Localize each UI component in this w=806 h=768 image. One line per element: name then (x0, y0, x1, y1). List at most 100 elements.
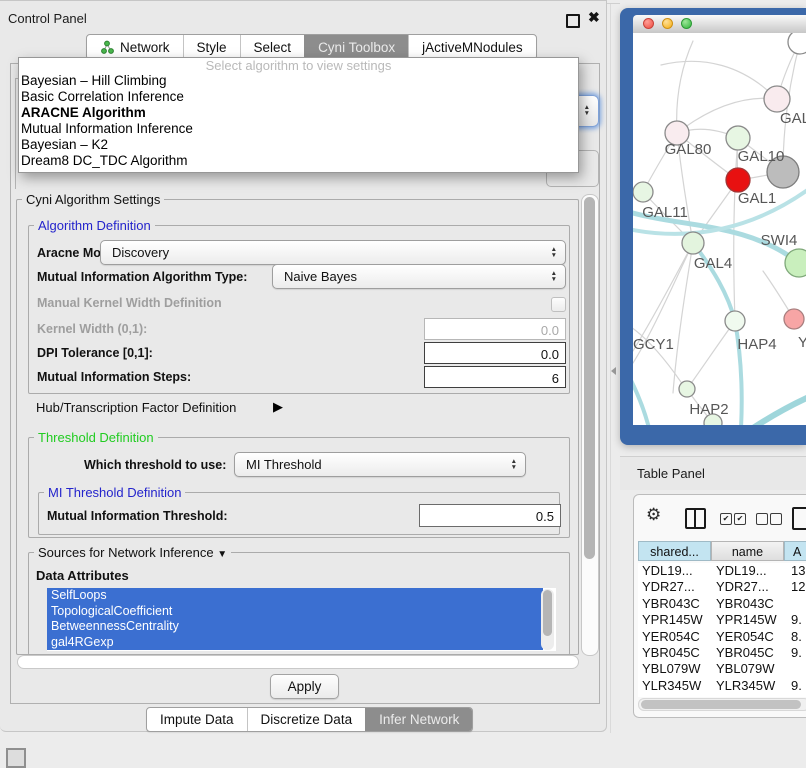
gear-icon[interactable]: ⚙ (646, 506, 661, 523)
network-node-GAL4[interactable] (682, 232, 704, 254)
table-cell[interactable]: YDL19... (638, 563, 714, 579)
list-vertical-scrollbar[interactable] (541, 589, 554, 650)
table-row[interactable]: YBR045CYBR045C9. (638, 645, 806, 661)
float-panel-icon[interactable] (566, 14, 580, 28)
table-cell[interactable]: 12 (789, 579, 806, 595)
select-all-checkbox-icon[interactable]: ✔ (734, 513, 746, 525)
network-node-GAL10[interactable] (726, 126, 750, 150)
dpi-tolerance-field[interactable]: 0.0 (424, 342, 566, 364)
network-edge[interactable] (633, 325, 683, 385)
table-cell[interactable]: 8. (789, 629, 806, 645)
aracne-mode-combo[interactable]: Discovery ▲▼ (100, 240, 566, 265)
table-cell[interactable]: YIL052C (638, 694, 714, 697)
table-scrollbar-thumb[interactable] (641, 700, 801, 709)
column-header-name[interactable]: name (711, 541, 784, 561)
table-row[interactable]: YBL079WYBL079W (638, 661, 806, 677)
list-item-topologicalcoefficient[interactable]: TopologicalCoefficient (47, 604, 543, 620)
network-edge[interactable] (753, 396, 806, 425)
table-cell[interactable]: YPR145W (638, 612, 714, 628)
tab-discretize-data[interactable]: Discretize Data (247, 708, 366, 731)
network-node-GAL1[interactable] (726, 168, 750, 192)
network-node-top-partial[interactable] (788, 33, 806, 54)
tab-network[interactable]: Network (87, 35, 183, 59)
kernel-width-field[interactable]: 0.0 (424, 318, 566, 340)
table-cell[interactable]: 9. (789, 612, 806, 628)
table-cell[interactable]: YDR27... (714, 579, 789, 595)
tab-infer-network[interactable]: Infer Network (365, 708, 472, 731)
tab-select[interactable]: Select (240, 35, 305, 59)
table-cell[interactable]: YPR145W (714, 612, 789, 628)
hub-expand-arrow-icon[interactable]: ▶ (273, 399, 283, 415)
list-item-selfloops[interactable]: SelfLoops (47, 588, 543, 604)
table-row[interactable]: YLR345WYLR345W9. (638, 678, 806, 694)
network-node-salmon[interactable] (784, 309, 804, 329)
apply-button[interactable]: Apply (270, 674, 339, 699)
tab-impute-data[interactable]: Impute Data (147, 708, 247, 731)
zoom-window-icon[interactable] (681, 18, 692, 29)
table-row[interactable]: YIL052CYIL052C9 (638, 694, 806, 697)
dropdown-item-mutual-information[interactable]: Mutual Information Inference (19, 121, 578, 137)
minimize-window-icon[interactable] (662, 18, 673, 29)
network-node-gal-pink[interactable] (764, 86, 790, 112)
tab-style[interactable]: Style (183, 35, 240, 59)
table-cell[interactable]: YBR043C (638, 596, 714, 612)
table-cell[interactable]: YER054C (638, 629, 714, 645)
table-cell[interactable]: YDL19... (714, 563, 789, 579)
mi-steps-field[interactable]: 6 (424, 366, 566, 388)
network-node-HAP4[interactable] (725, 311, 745, 331)
table-cell[interactable]: YBL079W (638, 661, 714, 677)
table-cell[interactable]: 13 (789, 563, 806, 579)
dropdown-item-bayesian-hill-climbing[interactable]: Bayesian – Hill Climbing (19, 73, 578, 89)
table-cell[interactable]: YBL079W (714, 661, 789, 677)
close-window-icon[interactable] (643, 18, 654, 29)
mi-threshold-field[interactable]: 0.5 (419, 504, 561, 527)
minimized-panel-icon[interactable] (6, 748, 26, 768)
network-edge[interactable] (677, 41, 693, 133)
table-cell[interactable]: YLR345W (638, 678, 714, 694)
settings-vertical-scrollbar[interactable] (581, 194, 599, 656)
table-row[interactable]: YDR27...YDR27...12 (638, 579, 806, 595)
settings-horizontal-scrollbar[interactable] (17, 655, 579, 669)
export-table-icon[interactable] (792, 507, 806, 530)
network-edge[interactable] (633, 243, 693, 351)
dropdown-item-bayesian-k2[interactable]: Bayesian – K2 (19, 137, 578, 153)
table-cell[interactable]: 9 (789, 694, 806, 697)
list-item-betweennesscentrality[interactable]: BetweennessCentrality (47, 619, 543, 635)
table-cell[interactable]: YBR045C (638, 645, 714, 661)
column-layout-icon[interactable] (685, 508, 706, 529)
network-node-GAL11[interactable] (633, 182, 653, 202)
table-cell[interactable]: YIL052C (714, 694, 789, 697)
deselect-all-checkbox-icon[interactable] (756, 513, 768, 525)
table-cell[interactable] (789, 661, 806, 677)
table-horizontal-scrollbar[interactable] (638, 698, 806, 711)
column-header-shared-name[interactable]: shared... (638, 541, 711, 561)
tab-cyni-toolbox[interactable]: Cyni Toolbox (304, 35, 408, 59)
network-canvas[interactable]: GALGAL80GAL10GAL1GAL11GAL4SWI4GCY1HAP4YH… (633, 33, 806, 425)
list-item-gal4rgexp[interactable]: gal4RGexp (47, 635, 543, 651)
list-scrollbar-thumb[interactable] (543, 590, 552, 636)
sources-collapse-arrow-icon[interactable]: ▼ (217, 549, 227, 560)
tab-jactivemnodules[interactable]: jActiveMNodules (408, 35, 536, 59)
manual-kernel-checkbox[interactable] (551, 297, 566, 312)
table-row[interactable]: YPR145WYPR145W9. (638, 612, 806, 628)
network-node-HAP2[interactable] (679, 381, 695, 397)
network-node-SWI4[interactable] (785, 249, 806, 277)
splitter-collapse-icon[interactable] (611, 367, 616, 375)
table-row[interactable]: YDL19...YDL19...13 (638, 563, 806, 579)
network-edge[interactable] (633, 369, 649, 425)
table-cell[interactable]: YBR045C (714, 645, 789, 661)
network-view-window[interactable]: GALGAL80GAL10GAL1GAL11GAL4SWI4GCY1HAP4YH… (620, 8, 806, 445)
table-cell[interactable] (789, 596, 806, 612)
deselect-all-checkbox-icon[interactable] (770, 513, 782, 525)
close-panel-icon[interactable]: ✖ (588, 9, 600, 26)
dropdown-item-basic-correlation[interactable]: Basic Correlation Inference (19, 89, 578, 105)
network-edge[interactable] (687, 321, 735, 389)
table-row[interactable]: YBR043CYBR043C (638, 596, 806, 612)
network-edge[interactable] (677, 98, 777, 133)
select-all-checkbox-icon[interactable]: ✔ (720, 513, 732, 525)
table-cell[interactable]: YBR043C (714, 596, 789, 612)
table-cell[interactable]: YLR345W (714, 678, 789, 694)
settings-vertical-scrollbar-thumb[interactable] (584, 197, 595, 559)
table-cell[interactable]: YDR27... (638, 579, 714, 595)
table-row[interactable]: YER054CYER054C8. (638, 629, 806, 645)
